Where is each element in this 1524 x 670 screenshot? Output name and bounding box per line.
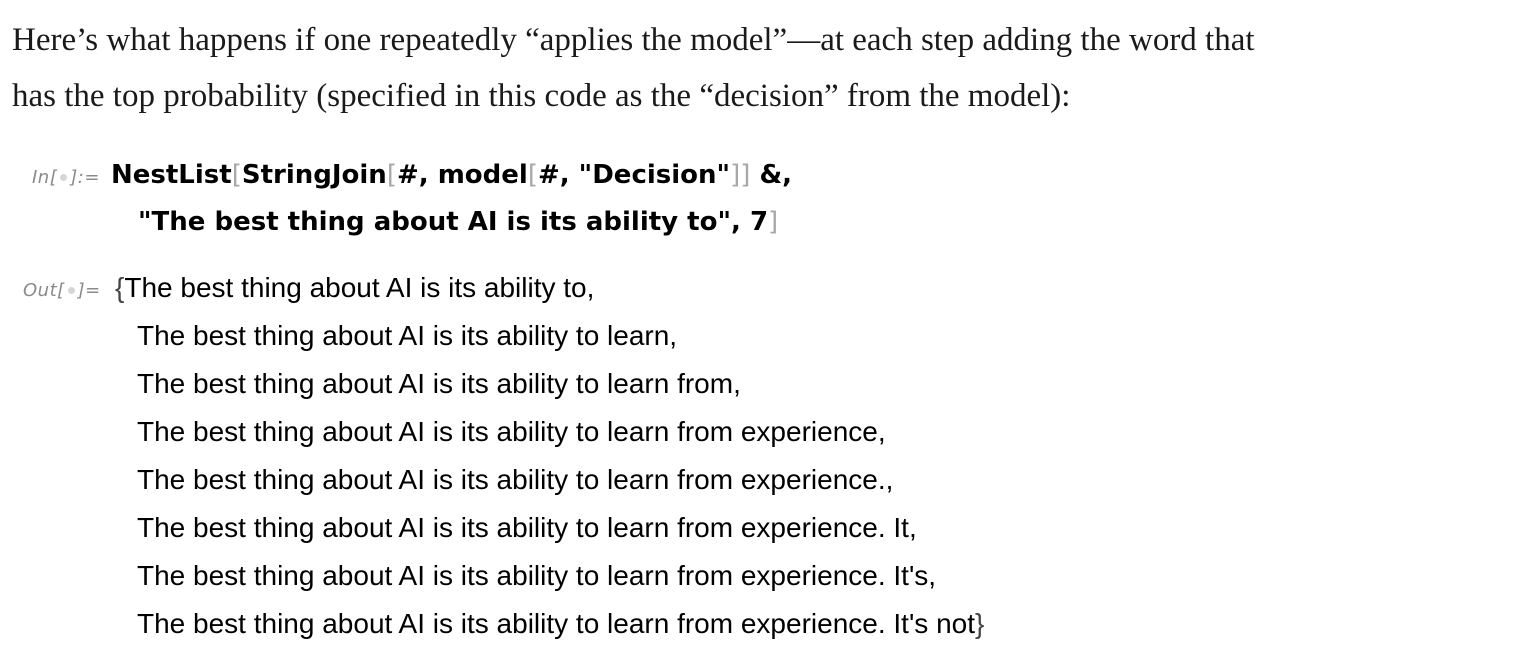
input-label-prefix: In[	[32, 167, 58, 188]
code-bracket: [	[231, 160, 242, 190]
close-brace: }	[975, 608, 985, 639]
output-item: The best thing about AI is its ability t…	[115, 312, 984, 360]
article-paragraph: Here’s what happens if one repeatedly “a…	[12, 12, 1492, 124]
code-bracket: ]	[730, 160, 741, 190]
output-item-text: The best thing about AI is its ability t…	[137, 368, 741, 399]
code-func-stringjoin: StringJoin	[241, 160, 387, 190]
input-label-suffix: ]:=	[70, 167, 100, 188]
input-code-line-2[interactable]: "The best thing about AI is its ability …	[138, 199, 778, 246]
input-code-line-1[interactable]: NestList[StringJoin[#, model[#, "Decisio…	[111, 152, 792, 199]
paragraph-line-2: has the top probability (specified in th…	[12, 78, 1071, 114]
open-brace: {	[115, 272, 125, 303]
input-cell-label: In[ ]:=	[32, 167, 100, 188]
code-arg: #, "Decision"	[537, 160, 731, 190]
code-tail: &,	[750, 160, 792, 190]
code-arg: #,	[396, 160, 438, 190]
code-bracket: ]	[740, 160, 751, 190]
output-list[interactable]: {The best thing about AI is its ability …	[115, 264, 984, 648]
output-item-text: The best thing about AI is its ability t…	[124, 272, 595, 303]
output-item-text: The best thing about AI is its ability t…	[137, 416, 886, 447]
output-item-text: The best thing about AI is its ability t…	[137, 320, 678, 351]
output-item: The best thing about AI is its ability t…	[115, 360, 984, 408]
output-cell-label: Out[ ]=	[23, 280, 101, 301]
output-item: The best thing about AI is its ability t…	[115, 504, 984, 552]
output-item: The best thing about AI is its ability t…	[115, 456, 984, 504]
code-bracket: [	[527, 160, 538, 190]
output-item: {The best thing about AI is its ability …	[115, 264, 984, 312]
output-item: The best thing about AI is its ability t…	[115, 408, 984, 456]
code-func-model: model	[437, 160, 528, 190]
code-func-nestlist: NestList	[111, 160, 232, 190]
code-bracket: [	[386, 160, 397, 190]
cell-dot-icon	[60, 173, 68, 181]
output-item-text: The best thing about AI is its ability t…	[137, 608, 976, 639]
output-item-text: The best thing about AI is its ability t…	[137, 560, 937, 591]
cell-dot-icon	[67, 286, 75, 294]
code-string-arg: "The best thing about AI is its ability …	[138, 207, 769, 237]
output-item: The best thing about AI is its ability t…	[115, 600, 984, 648]
paragraph-line-1: Here’s what happens if one repeatedly “a…	[12, 22, 1255, 58]
output-label-prefix: Out[	[23, 280, 65, 301]
output-item-text: The best thing about AI is its ability t…	[137, 512, 917, 543]
output-label-suffix: ]=	[77, 280, 101, 301]
code-bracket: ]	[768, 207, 779, 237]
output-item: The best thing about AI is its ability t…	[115, 552, 984, 600]
output-item-text: The best thing about AI is its ability t…	[137, 464, 894, 495]
